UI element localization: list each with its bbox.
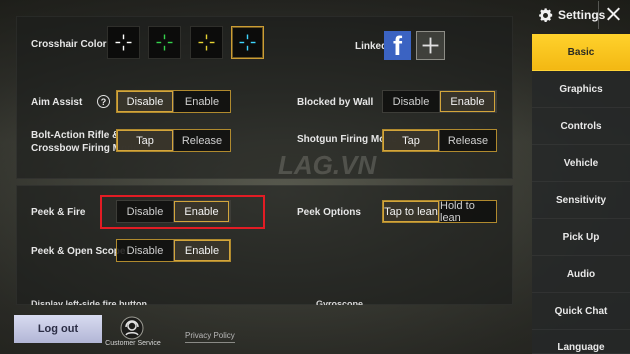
display-left-fire-label: Display left-side fire button — [31, 299, 148, 305]
linked-label: Linked — [355, 41, 388, 52]
blocked-by-wall-disable[interactable]: Disable — [383, 91, 440, 112]
peek-options-tap[interactable]: Tap to lean — [383, 201, 440, 222]
sidebar-item-graphics[interactable]: Graphics — [532, 71, 630, 108]
crosshair-yellow-option[interactable] — [190, 26, 223, 59]
crosshair-color-label: Crosshair Color — [31, 39, 107, 50]
peek-open-scope-enable[interactable]: Enable — [174, 240, 230, 261]
annotation-highlight-box — [100, 195, 265, 229]
peek-options-label: Peek Options — [297, 207, 361, 218]
crosshair-icon — [115, 34, 132, 51]
gear-icon — [539, 7, 553, 22]
peek-fire-label: Peek & Fire — [31, 207, 86, 218]
privacy-policy-link[interactable]: Privacy Policy — [185, 331, 235, 343]
crosshair-green-option[interactable] — [148, 26, 181, 59]
facebook-icon[interactable]: f — [384, 31, 411, 60]
facebook-letter: f — [393, 31, 402, 61]
sidebar-item-audio[interactable]: Audio — [532, 256, 630, 293]
watermark-logo: LAG.VN — [278, 150, 377, 180]
aim-assist-toggle: Disable Enable — [116, 90, 231, 113]
crosshair-icon — [156, 34, 173, 51]
sidebar-item-language[interactable]: Language — [532, 330, 630, 354]
sidebar-item-controls[interactable]: Controls — [532, 108, 630, 145]
close-button[interactable] — [598, 1, 628, 29]
shotgun-tap[interactable]: Tap — [383, 130, 440, 151]
peek-open-scope-label: Peek & Open Scope — [31, 246, 126, 257]
peek-open-scope-toggle: Disable Enable — [116, 239, 231, 262]
blocked-by-wall-enable[interactable]: Enable — [440, 91, 496, 112]
add-link-button[interactable] — [416, 31, 445, 60]
peek-options-toggle: Tap to lean Hold to lean — [382, 200, 497, 224]
sidebar-item-basic[interactable]: Basic — [532, 34, 630, 71]
blocked-by-wall-toggle: Disable Enable — [382, 90, 497, 113]
shotgun-firing-toggle: Tap Release — [382, 129, 497, 152]
settings-sidebar: Basic Graphics Controls Vehicle Sensitiv… — [532, 34, 630, 354]
sidebar-item-vehicle[interactable]: Vehicle — [532, 145, 630, 182]
sidebar-item-quick-chat[interactable]: Quick Chat — [532, 293, 630, 330]
bolt-action-tap[interactable]: Tap — [117, 130, 174, 151]
close-icon — [607, 7, 620, 21]
bolt-action-release[interactable]: Release — [174, 130, 230, 151]
bolt-action-toggle: Tap Release — [116, 129, 231, 152]
peek-options-hold[interactable]: Hold to lean — [440, 200, 496, 224]
sidebar-item-pick-up[interactable]: Pick Up — [532, 219, 630, 256]
sidebar-item-sensitivity[interactable]: Sensitivity — [532, 182, 630, 219]
blocked-by-wall-label: Blocked by Wall — [297, 97, 374, 108]
crosshair-cyan-option[interactable] — [231, 26, 264, 59]
logout-button[interactable]: Log out — [14, 315, 102, 343]
aim-assist-disable[interactable]: Disable — [117, 91, 174, 112]
customer-service-label: Customer Service — [105, 340, 161, 347]
crosshair-white-option[interactable] — [107, 26, 140, 59]
plus-icon — [422, 37, 439, 54]
gyroscope-label: Gyroscope — [316, 299, 364, 305]
settings-header: Settings — [537, 4, 605, 26]
aim-assist-enable[interactable]: Enable — [174, 91, 230, 112]
crosshair-icon — [198, 34, 215, 51]
aim-assist-label: Aim Assist — [31, 97, 83, 108]
shotgun-release[interactable]: Release — [440, 130, 496, 151]
help-icon[interactable]: ? — [97, 95, 110, 108]
peek-open-scope-disable[interactable]: Disable — [117, 240, 174, 261]
crosshair-icon — [239, 34, 256, 51]
customer-service-icon[interactable] — [120, 316, 144, 340]
